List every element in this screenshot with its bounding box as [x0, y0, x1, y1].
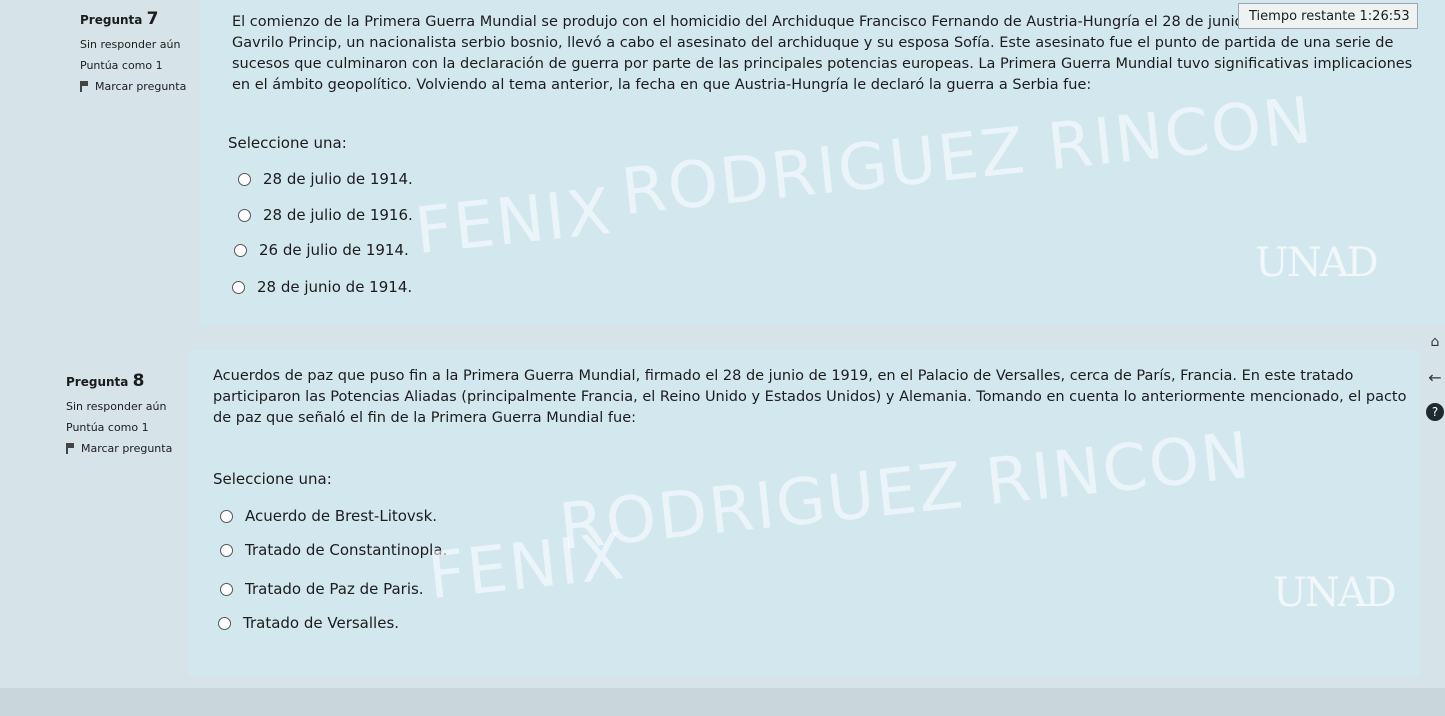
watermark-text: RODRIGUEZ RINCON	[556, 418, 1255, 566]
flag-icon	[80, 81, 91, 93]
home-icon[interactable]: ⌂	[1426, 333, 1444, 351]
radio-button[interactable]	[238, 208, 251, 222]
radio-button[interactable]	[238, 172, 251, 186]
answer-option[interactable]: Tratado de Paz de Paris.	[220, 580, 424, 598]
radio-button[interactable]	[220, 582, 233, 596]
radio-button[interactable]	[220, 543, 233, 557]
taskbar	[0, 688, 1445, 716]
radio-button[interactable]	[220, 509, 233, 523]
flag-question-button[interactable]: Marcar pregunta	[66, 440, 184, 457]
answer-option[interactable]: 28 de julio de 1916.	[238, 206, 413, 224]
watermark-text: RODRIGUEZ RINCON	[618, 83, 1317, 231]
question-number: Pregunta 8	[66, 371, 145, 391]
help-icon[interactable]: ?	[1426, 403, 1444, 421]
timer-label: Tiempo restante	[1249, 8, 1356, 24]
radio-button[interactable]	[218, 616, 231, 630]
question-number: Pregunta 7	[80, 9, 159, 29]
question-text: Acuerdos de paz que puso fin a la Primer…	[213, 368, 1407, 426]
answer-option[interactable]: Tratado de Constantinopla.	[220, 541, 447, 559]
answer-option[interactable]: Tratado de Versalles.	[218, 614, 399, 632]
answer-option[interactable]: 26 de julio de 1914.	[234, 241, 409, 259]
answer-option[interactable]: Acuerdo de Brest-Litovsk.	[220, 507, 437, 525]
answer-option[interactable]: 28 de julio de 1914.	[238, 170, 413, 188]
question-status: Sin responder aún	[66, 400, 167, 414]
radio-button[interactable]	[232, 280, 245, 294]
select-prompt: Seleccione una:	[228, 134, 347, 152]
flag-label: Marcar pregunta	[95, 80, 187, 94]
answer-option[interactable]: 28 de junio de 1914.	[232, 278, 412, 296]
question-content-8: Acuerdos de paz que puso fin a la Primer…	[188, 350, 1420, 675]
question-info-8: Pregunta 8 Sin responder aún Puntúa como…	[60, 364, 190, 474]
question-score: Puntúa como 1	[66, 421, 149, 435]
flag-label: Marcar pregunta	[81, 442, 173, 456]
unad-logo: UNAD	[1255, 240, 1379, 286]
radio-button[interactable]	[234, 243, 247, 257]
watermark-text: FENIX	[411, 174, 617, 270]
select-prompt: Seleccione una:	[213, 470, 332, 488]
back-arrow-icon[interactable]: ←	[1426, 368, 1444, 387]
flag-question-button[interactable]: Marcar pregunta	[80, 78, 218, 95]
time-remaining: Tiempo restante 1:26:53	[1238, 3, 1418, 29]
question-status: Sin responder aún	[80, 38, 181, 52]
question-score: Puntúa como 1	[80, 59, 163, 73]
timer-value: 1:26:53	[1359, 8, 1410, 24]
watermark-text: FENIX	[424, 519, 630, 615]
flag-icon	[66, 443, 77, 455]
question-content-7: El comienzo de la Primera Guerra Mundial…	[200, 0, 1445, 325]
unad-logo: UNAD	[1273, 570, 1397, 616]
